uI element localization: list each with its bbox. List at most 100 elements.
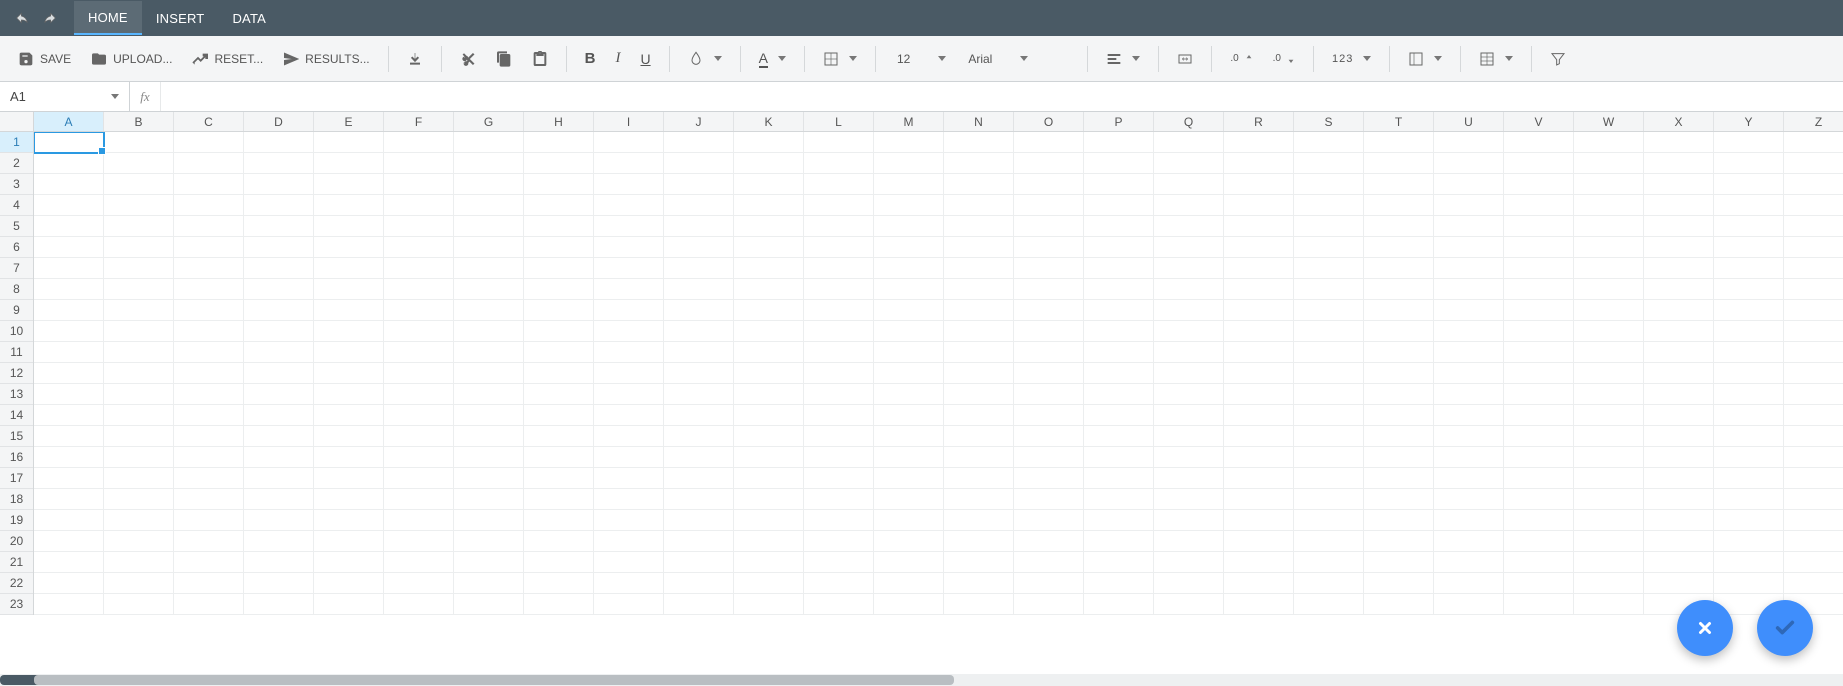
cell[interactable]: [314, 363, 384, 384]
cell[interactable]: [944, 468, 1014, 489]
cell[interactable]: [34, 174, 104, 195]
cell[interactable]: [104, 594, 174, 615]
cell[interactable]: [874, 132, 944, 153]
horizontal-scrollbar[interactable]: [0, 674, 1843, 686]
cell[interactable]: [34, 216, 104, 237]
cell[interactable]: [594, 363, 664, 384]
cell[interactable]: [1014, 468, 1084, 489]
cell[interactable]: [454, 363, 524, 384]
cell[interactable]: [1294, 405, 1364, 426]
cell[interactable]: [594, 195, 664, 216]
cell[interactable]: [1434, 489, 1504, 510]
column-header[interactable]: E: [314, 112, 384, 131]
cell[interactable]: [1714, 195, 1784, 216]
row-header[interactable]: 10: [0, 321, 33, 342]
cell[interactable]: [454, 531, 524, 552]
cell[interactable]: [944, 216, 1014, 237]
cell[interactable]: [384, 300, 454, 321]
cell[interactable]: [454, 384, 524, 405]
cell[interactable]: [1434, 153, 1504, 174]
cell[interactable]: [1154, 237, 1224, 258]
cell[interactable]: [174, 489, 244, 510]
cell[interactable]: [1504, 300, 1574, 321]
cell[interactable]: [1294, 594, 1364, 615]
cell[interactable]: [1294, 237, 1364, 258]
cell[interactable]: [1224, 573, 1294, 594]
cell[interactable]: [1224, 468, 1294, 489]
cell[interactable]: [1294, 552, 1364, 573]
cell[interactable]: [1364, 237, 1434, 258]
cell[interactable]: [1084, 384, 1154, 405]
cell[interactable]: [1434, 300, 1504, 321]
cell[interactable]: [1084, 594, 1154, 615]
cell[interactable]: [1644, 489, 1714, 510]
cell[interactable]: [1294, 447, 1364, 468]
cell[interactable]: [34, 153, 104, 174]
column-header[interactable]: M: [874, 112, 944, 131]
cell[interactable]: [1434, 594, 1504, 615]
cell[interactable]: [174, 342, 244, 363]
cell[interactable]: [1644, 342, 1714, 363]
cell[interactable]: [1294, 384, 1364, 405]
cell[interactable]: [874, 447, 944, 468]
cell[interactable]: [1224, 447, 1294, 468]
select-all-corner[interactable]: [0, 112, 34, 132]
cell[interactable]: [874, 489, 944, 510]
cell[interactable]: [244, 153, 314, 174]
cell[interactable]: [174, 216, 244, 237]
cell[interactable]: [524, 321, 594, 342]
cell[interactable]: [244, 279, 314, 300]
cell[interactable]: [1084, 447, 1154, 468]
cell[interactable]: [1504, 573, 1574, 594]
cell[interactable]: [734, 363, 804, 384]
cell[interactable]: [804, 363, 874, 384]
cell[interactable]: [1084, 363, 1154, 384]
cell[interactable]: [1434, 237, 1504, 258]
cell[interactable]: [244, 384, 314, 405]
cell[interactable]: [244, 510, 314, 531]
cell[interactable]: [1504, 279, 1574, 300]
cell[interactable]: [1644, 531, 1714, 552]
cell[interactable]: [1364, 195, 1434, 216]
cell[interactable]: [454, 552, 524, 573]
cell[interactable]: [1784, 384, 1843, 405]
cell[interactable]: [34, 468, 104, 489]
cell[interactable]: [944, 300, 1014, 321]
cell[interactable]: [244, 321, 314, 342]
cell[interactable]: [1294, 468, 1364, 489]
cell[interactable]: [1434, 468, 1504, 489]
row-header[interactable]: 7: [0, 258, 33, 279]
cell[interactable]: [1574, 447, 1644, 468]
cell[interactable]: [1434, 573, 1504, 594]
cell[interactable]: [664, 174, 734, 195]
cell[interactable]: [1644, 174, 1714, 195]
cell[interactable]: [1014, 174, 1084, 195]
cell[interactable]: [244, 447, 314, 468]
cell[interactable]: [314, 405, 384, 426]
cell[interactable]: [1084, 531, 1154, 552]
cell[interactable]: [524, 342, 594, 363]
cell[interactable]: [944, 279, 1014, 300]
cell[interactable]: [804, 174, 874, 195]
cell[interactable]: [1364, 384, 1434, 405]
cell[interactable]: [1364, 153, 1434, 174]
bold-button[interactable]: B: [577, 44, 604, 74]
cell[interactable]: [874, 195, 944, 216]
cell[interactable]: [1364, 510, 1434, 531]
cell[interactable]: [874, 342, 944, 363]
cell[interactable]: [1294, 342, 1364, 363]
decrease-decimal-button[interactable]: .0: [1265, 44, 1303, 74]
cell[interactable]: [1644, 195, 1714, 216]
cell[interactable]: [244, 258, 314, 279]
cell[interactable]: [1574, 573, 1644, 594]
cell[interactable]: [1364, 489, 1434, 510]
cell[interactable]: [664, 594, 734, 615]
cell[interactable]: [1014, 573, 1084, 594]
cell[interactable]: [1714, 363, 1784, 384]
cell[interactable]: [1084, 132, 1154, 153]
menu-tab-data[interactable]: DATA: [218, 1, 280, 35]
cell[interactable]: [804, 300, 874, 321]
font-size-select[interactable]: 12: [886, 46, 953, 72]
cell[interactable]: [1154, 405, 1224, 426]
cell[interactable]: [1154, 195, 1224, 216]
